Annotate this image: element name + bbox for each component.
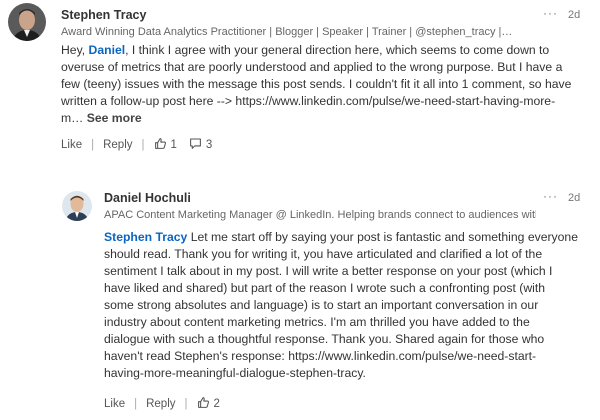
like-count-button[interactable]: 1	[154, 137, 177, 153]
reply-button[interactable]: Reply	[146, 398, 175, 410]
avatar-daniel-hochuli[interactable]	[62, 191, 92, 221]
comment-line: few (teeny) issues with the message this…	[61, 77, 572, 91]
action-separator: |	[141, 139, 145, 151]
more-options-icon[interactable]: ···	[543, 189, 558, 203]
comment-line: dialogue with such a thoughtful response…	[104, 332, 545, 346]
comment-line: haven't read Stephen's response: https:/…	[104, 349, 537, 363]
action-separator: |	[91, 139, 95, 151]
like-count-button[interactable]: 2	[197, 396, 220, 412]
like-button[interactable]: Like	[104, 398, 125, 410]
comment-actions: Like | Reply | 1 3	[61, 137, 212, 153]
comment-line: written a follow-up post here --> https:…	[61, 94, 556, 108]
action-separator: |	[184, 398, 188, 410]
comment-age: 2d	[568, 9, 581, 21]
more-options-icon[interactable]: ···	[543, 6, 558, 20]
thumbs-up-icon	[197, 396, 210, 412]
reply-count: 3	[205, 139, 213, 151]
like-button[interactable]: Like	[61, 139, 82, 151]
author-name[interactable]: Daniel Hochuli	[104, 191, 191, 205]
comment-icon	[189, 137, 202, 153]
author-headline: APAC Content Marketing Manager @ LinkedI…	[104, 209, 536, 221]
thumbs-up-icon	[154, 137, 167, 153]
mention-link[interactable]: Daniel	[89, 43, 126, 57]
action-separator: |	[134, 398, 138, 410]
comment-line: should read. Thank you for writing it, y…	[104, 247, 543, 261]
avatar-stephen-tracy[interactable]	[8, 3, 46, 41]
comment-body: Hey, Daniel, I think I agree with your g…	[61, 42, 596, 127]
comment-line: overuse of metrics that are poorly under…	[61, 60, 563, 74]
comment-line: Stephen Tracy Let me start off by saying…	[104, 230, 578, 244]
comment-line: sentiment I talk about in my post. I wil…	[104, 264, 553, 278]
comment-line: industry about content marketing metrics…	[104, 315, 530, 329]
comment-line: m… See more	[61, 111, 142, 125]
comment-line: having-more-meaningful-dialogue-stephen-…	[104, 366, 366, 380]
comment-line: some strong absolutes and language) is t…	[104, 298, 539, 312]
mention-link[interactable]: Stephen Tracy	[104, 230, 187, 244]
comment-actions: Like | Reply | 2	[104, 396, 220, 412]
author-name[interactable]: Stephen Tracy	[61, 8, 146, 22]
reply-button[interactable]: Reply	[103, 139, 132, 151]
author-headline: Award Winning Data Analytics Practitione…	[61, 26, 513, 38]
see-more-link[interactable]: See more	[83, 111, 142, 125]
comment-body: Stephen Tracy Let me start off by saying…	[104, 229, 596, 382]
comment-age: 2d	[568, 192, 581, 204]
like-count: 1	[170, 139, 177, 151]
like-count: 2	[213, 398, 220, 410]
comment-line: Hey, Daniel, I think I agree with your g…	[61, 43, 550, 57]
reply-count-button[interactable]: 3	[189, 137, 212, 153]
comment-line: have liked and shared) but part of the r…	[104, 281, 546, 295]
